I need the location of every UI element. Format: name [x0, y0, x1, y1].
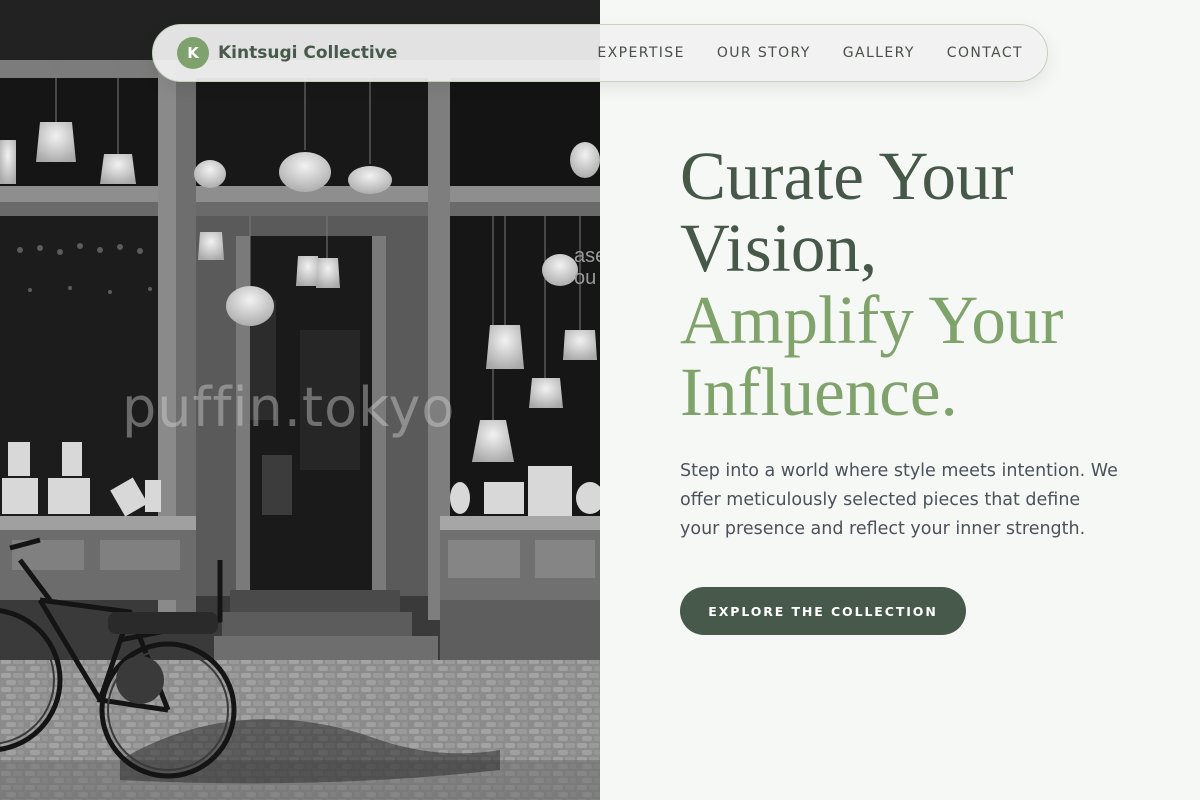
- watermark-text: puffin.tokyo: [122, 376, 456, 439]
- headline-line-2: Vision,: [680, 210, 878, 286]
- top-navbar: K Kintsugi Collective EXPERTISE OUR STOR…: [152, 24, 1048, 82]
- nav-link-expertise[interactable]: EXPERTISE: [597, 45, 684, 61]
- hero-photo: ase ou: [0, 0, 600, 800]
- svg-text:ase: ase: [574, 245, 600, 267]
- nav-links: EXPERTISE OUR STORY GALLERY CONTACT: [565, 45, 1023, 61]
- brand-logo-link[interactable]: K Kintsugi Collective: [177, 37, 397, 69]
- explore-collection-button[interactable]: EXPLORE THE COLLECTION: [680, 587, 966, 635]
- headline-line-3: Amplify Your: [680, 282, 1064, 358]
- brand-name: Kintsugi Collective: [218, 43, 398, 63]
- nav-link-our-story[interactable]: OUR STORY: [717, 45, 811, 61]
- svg-text:ou: ou: [574, 267, 596, 289]
- hero-section: Curate Your Vision, Amplify Your Influen…: [680, 140, 1160, 635]
- headline-line-1: Curate Your: [680, 138, 1014, 214]
- hero-description: Step into a world where style meets inte…: [680, 461, 1118, 539]
- brand-logo-icon: K: [177, 37, 209, 69]
- headline-line-4: Influence.: [680, 354, 958, 430]
- hero-headline: Curate Your Vision, Amplify Your Influen…: [680, 140, 1160, 428]
- nav-link-contact[interactable]: CONTACT: [947, 45, 1023, 61]
- nav-link-gallery[interactable]: GALLERY: [843, 45, 915, 61]
